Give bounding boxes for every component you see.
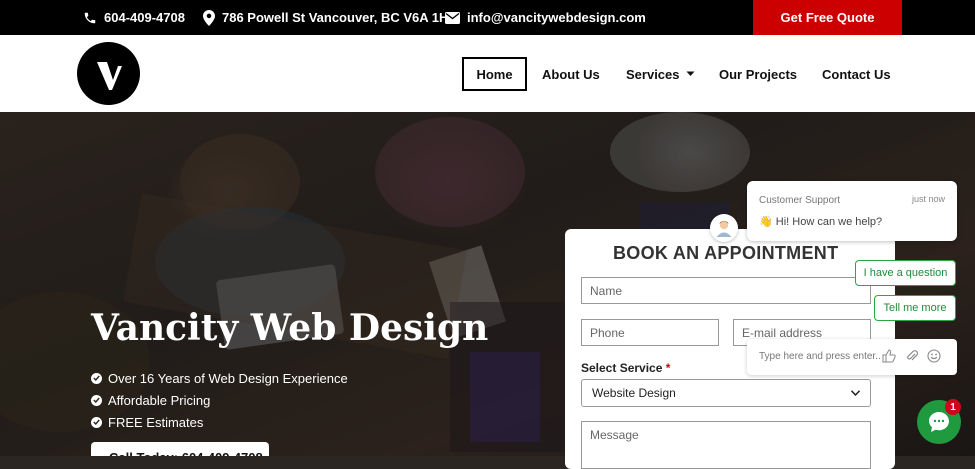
main-navbar: Home About Us Services Our Projects Cont… (0, 35, 975, 112)
envelope-icon (445, 11, 460, 24)
thumbs-up-icon[interactable] (882, 349, 896, 363)
chat-greeting-text: Hi! How can we help? (775, 216, 883, 228)
email-link[interactable]: info@vancitywebdesign.com (445, 0, 646, 35)
nav-services-label: Services (626, 66, 680, 82)
nav-our-projects[interactable]: Our Projects (719, 57, 797, 91)
chat-greeting: 👋 Hi! How can we help? (759, 215, 882, 228)
top-contact-bar: 604-409-4708 786 Powell St Vancouver, BC… (0, 0, 975, 35)
phone-text: 604-409-4708 (104, 10, 185, 25)
wave-emoji-icon: 👋 (759, 216, 773, 228)
message-field[interactable]: Message (581, 421, 871, 469)
list-item: Over 16 Years of Web Design Experience (91, 367, 348, 389)
service-select[interactable]: Website Design (581, 379, 871, 407)
nav-services[interactable]: Services (626, 57, 695, 91)
form-title: BOOK AN APPOINTMENT (613, 243, 839, 263)
hero-feature-list: Over 16 Years of Web Design Experience A… (91, 367, 348, 433)
nav-contact-us[interactable]: Contact Us (822, 57, 891, 91)
nav-about-us[interactable]: About Us (542, 57, 600, 91)
site-logo[interactable] (77, 42, 140, 105)
nav-home[interactable]: Home (462, 57, 527, 91)
chevron-down-icon (851, 390, 860, 396)
check-circle-icon (91, 372, 102, 384)
required-marker: * (665, 361, 671, 375)
address-link[interactable]: 786 Powell St Vancouver, BC V6A 1H6 (203, 0, 456, 35)
select-service-text: Select Service (581, 361, 663, 375)
chat-input[interactable]: Type here and press enter.. (747, 339, 957, 375)
chat-timestamp: just now (911, 194, 945, 204)
call-today-button[interactable]: Call Today: 604-409-4708 (91, 442, 269, 456)
chat-message-card[interactable]: Customer Support just now 👋 Hi! How can … (747, 181, 957, 241)
phone-icon (84, 12, 96, 23)
quick-reply-tell-more[interactable]: Tell me more (874, 295, 956, 321)
service-select-value: Website Design (592, 386, 676, 400)
address-text: 786 Powell St Vancouver, BC V6A 1H6 (222, 10, 456, 25)
email-text: info@vancitywebdesign.com (467, 10, 646, 25)
agent-avatar-icon (716, 220, 732, 237)
paperclip-icon[interactable] (905, 349, 919, 363)
check-circle-icon (91, 416, 102, 428)
feature-text: FREE Estimates (108, 414, 204, 430)
vancity-v-logo-icon (96, 61, 122, 90)
select-service-label: Select Service * (581, 361, 670, 375)
name-field[interactable]: Name (581, 277, 871, 304)
list-item: FREE Estimates (91, 411, 348, 433)
chat-bubble-icon (929, 412, 949, 432)
unread-count-badge: 1 (945, 399, 961, 415)
check-circle-icon (91, 394, 102, 406)
chevron-down-icon (686, 71, 694, 76)
phone-field[interactable]: Phone (581, 319, 719, 346)
feature-text: Over 16 Years of Web Design Experience (108, 370, 348, 386)
phone-link[interactable]: 604-409-4708 (83, 0, 185, 35)
map-pin-icon (203, 9, 215, 26)
emoji-smile-icon[interactable] (927, 349, 941, 363)
chat-input-placeholder: Type here and press enter.. (759, 351, 881, 362)
get-free-quote-button[interactable]: Get Free Quote (753, 0, 902, 35)
support-agent-avatar (710, 214, 738, 242)
feature-text: Affordable Pricing (108, 392, 211, 408)
chat-agent-name: Customer Support (759, 195, 841, 206)
quick-reply-question[interactable]: I have a question (855, 260, 956, 286)
list-item: Affordable Pricing (91, 389, 348, 411)
hero-title: Vancity Web Design (91, 307, 489, 349)
